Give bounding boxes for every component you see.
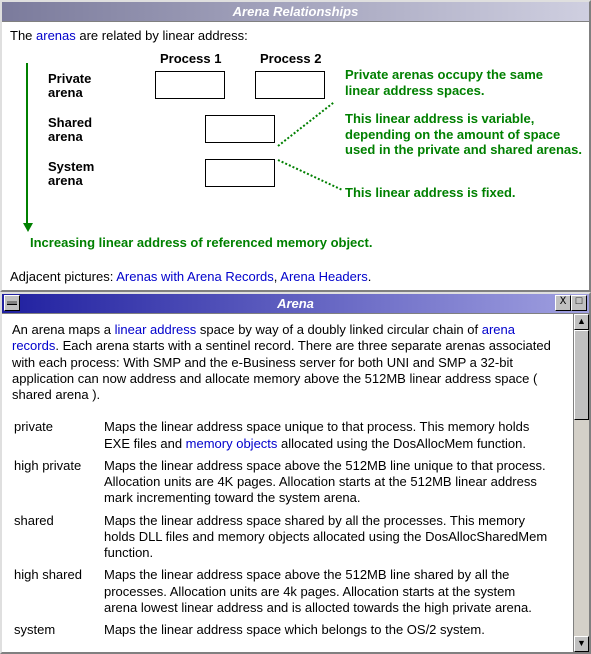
titlebar-1: Arena Relationships [2,2,589,22]
def-text-system: Maps the linear address space which belo… [104,622,561,642]
row-system-b: arena [48,173,83,188]
def-term-private: private [14,419,102,456]
def-text-high-shared: Maps the linear address space above the … [104,567,561,620]
box-private-p2 [255,71,325,99]
titlebar-2: Arena X □ [2,294,589,314]
system-menu-icon[interactable] [4,295,20,311]
maximize-button[interactable]: □ [571,295,587,311]
adjacent-end: . [368,269,372,284]
increasing-address-arrow [26,63,28,223]
scroll-down-button[interactable]: ▼ [574,636,589,652]
box-private-p1 [155,71,225,99]
def-row-private: private Maps the linear address space un… [14,419,561,456]
link-linear-address[interactable]: linear address [115,322,197,337]
pointer-to-shared [277,102,333,147]
p1a: An arena maps a [12,322,115,337]
ann-variable: This linear address is variable, dependi… [345,111,583,158]
ann-increasing: Increasing linear address of referenced … [30,235,580,251]
row-system-a: System [48,159,94,174]
def-text-shared: Maps the linear address space shared by … [104,513,561,566]
col-process1: Process 1 [160,51,221,66]
link-memory-objects[interactable]: memory objects [186,436,278,451]
def-row-system: system Maps the linear address space whi… [14,622,561,642]
row-private-b: arena [48,85,83,100]
row-shared-b: arena [48,129,83,144]
title-text-2: Arena [277,296,314,311]
close-button[interactable]: X [555,295,571,311]
arena-diagram: Process 1 Process 2 Private arena Shared… [10,51,581,261]
def-row-high-private: high private Maps the linear address spa… [14,458,561,511]
row-shared-a: Shared [48,115,92,130]
scroll-wrap: An arena maps a linear address space by … [2,314,589,652]
adjacent-pictures: Adjacent pictures: Arenas with Arena Rec… [2,267,589,290]
arena-window: Arena X □ An arena maps a linear address… [0,292,591,654]
intro-prefix: The [10,28,36,43]
ann-fixed: This linear address is fixed. [345,185,575,201]
definitions-table: private Maps the linear address space un… [12,417,563,644]
scroll-thumb[interactable] [574,330,589,420]
box-shared [205,115,275,143]
def-text-high-private: Maps the linear address space above the … [104,458,561,511]
arena-relationships-window: Arena Relationships The arenas are relat… [0,0,591,292]
title-text-1: Arena Relationships [233,4,359,19]
pointer-to-system [278,159,342,190]
row-private-a: Private [48,71,91,86]
p1b: space by way of a doubly linked circular… [196,322,481,337]
arena-intro: An arena maps a linear address space by … [12,322,563,403]
def-row-high-shared: high shared Maps the linear address spac… [14,567,561,620]
p1c: . Each arena starts with a sentinel reco… [12,338,551,402]
def-term-system: system [14,622,102,642]
vertical-scrollbar[interactable]: ▲ ▼ [573,314,589,652]
intro-paragraph: The arenas are related by linear address… [10,28,581,43]
adjacent-prefix: Adjacent pictures: [10,269,116,284]
box-system [205,159,275,187]
ann-private: Private arenas occupy the same linear ad… [345,67,575,98]
intro-suffix: are related by linear address: [76,28,248,43]
def-text-private: Maps the linear address space unique to … [104,419,561,456]
col-process2: Process 2 [260,51,321,66]
scroll-up-button[interactable]: ▲ [574,314,589,330]
def-row-shared: shared Maps the linear address space sha… [14,513,561,566]
def-term-shared: shared [14,513,102,566]
def-term-high-shared: high shared [14,567,102,620]
arenas-link[interactable]: arenas [36,28,76,43]
content-1: The arenas are related by linear address… [2,22,589,267]
content-2: An arena maps a linear address space by … [2,314,573,652]
def-term-high-private: high private [14,458,102,511]
link-arena-records[interactable]: Arenas with Arena Records [116,269,274,284]
link-arena-headers[interactable]: Arena Headers [280,269,367,284]
def-private-suffix: allocated using the DosAllocMem function… [277,436,526,451]
